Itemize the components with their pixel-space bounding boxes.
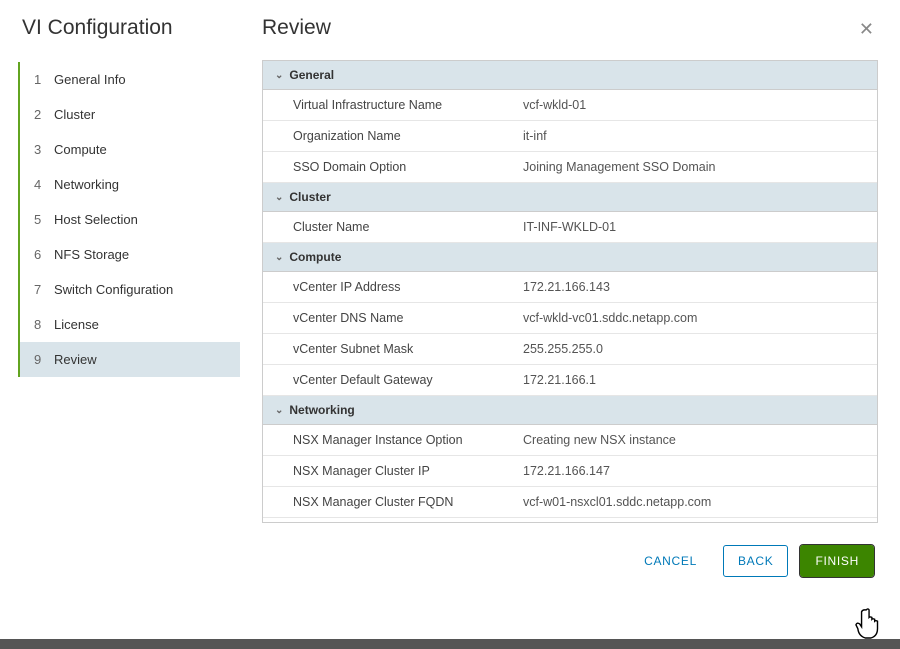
step-label: Compute bbox=[54, 142, 107, 157]
review-row-value: vcf-w01-nsxcl01.sddc.netapp.com bbox=[523, 495, 865, 509]
step-label: Cluster bbox=[54, 107, 95, 122]
review-row-value: 172.21.166.143 bbox=[523, 280, 865, 294]
review-row: Cluster NameIT-INF-WKLD-01 bbox=[263, 212, 877, 243]
step-label: Host Selection bbox=[54, 212, 138, 227]
chevron-down-icon: ⌄ bbox=[275, 70, 283, 81]
wizard-step-compute[interactable]: 3 Compute bbox=[20, 132, 240, 167]
step-label: NFS Storage bbox=[54, 247, 129, 262]
review-table[interactable]: ⌄GeneralVirtual Infrastructure Namevcf-w… bbox=[262, 60, 878, 523]
cancel-button[interactable]: CANCEL bbox=[630, 546, 711, 576]
step-number: 3 bbox=[34, 142, 44, 157]
review-row-label: Cluster Name bbox=[293, 220, 523, 234]
wizard-footer: CANCEL BACK FINISH bbox=[262, 523, 878, 587]
page-title: Review bbox=[262, 16, 331, 40]
review-row-value: Creating new NSX instance bbox=[523, 433, 865, 447]
wizard-step-switch-configuration[interactable]: 7 Switch Configuration bbox=[20, 272, 240, 307]
back-button[interactable]: BACK bbox=[723, 545, 788, 577]
wizard-step-review[interactable]: 9 Review bbox=[20, 342, 240, 377]
review-row: SSO Domain OptionJoining Management SSO … bbox=[263, 152, 877, 183]
step-label: Networking bbox=[54, 177, 119, 192]
step-label: License bbox=[54, 317, 99, 332]
review-row-label: vCenter IP Address bbox=[293, 280, 523, 294]
wizard-title: VI Configuration bbox=[18, 16, 240, 40]
step-number: 9 bbox=[34, 352, 44, 367]
step-number: 5 bbox=[34, 212, 44, 227]
review-row-label: Virtual Infrastructure Name bbox=[293, 98, 523, 112]
review-row: vCenter DNS Namevcf-wkld-vc01.sddc.netap… bbox=[263, 303, 877, 334]
section-title: Compute bbox=[289, 250, 341, 264]
section-header-general[interactable]: ⌄ General bbox=[263, 61, 877, 90]
review-row-label: vCenter Subnet Mask bbox=[293, 342, 523, 356]
finish-button[interactable]: FINISH bbox=[800, 545, 874, 577]
review-row-label: NSX Manager Cluster FQDN bbox=[293, 495, 523, 509]
step-number: 4 bbox=[34, 177, 44, 192]
review-row-label: Organization Name bbox=[293, 129, 523, 143]
step-number: 1 bbox=[34, 72, 44, 87]
review-row: NSX Manager Cluster FQDNvcf-w01-nsxcl01.… bbox=[263, 487, 877, 518]
wizard-steps: 1 General Info 2 Cluster 3 Compute 4 Networking… bbox=[18, 62, 240, 377]
wizard-step-cluster[interactable]: 2 Cluster bbox=[20, 97, 240, 132]
wizard-step-license[interactable]: 8 License bbox=[20, 307, 240, 342]
review-row: NSX Manager Instance OptionCreating new … bbox=[263, 425, 877, 456]
review-row-value: vcf-wkld-vc01.sddc.netapp.com bbox=[523, 311, 865, 325]
review-row-value: IT-INF-WKLD-01 bbox=[523, 220, 865, 234]
chevron-down-icon: ⌄ bbox=[275, 252, 283, 263]
review-row-label: NSX Manager Cluster IP bbox=[293, 464, 523, 478]
review-row: vCenter Default Gateway172.21.166.1 bbox=[263, 365, 877, 396]
wizard-sidebar: VI Configuration 1 General Info 2 Cluster 3C… bbox=[0, 0, 240, 634]
wizard-step-networking[interactable]: 4 Networking bbox=[20, 167, 240, 202]
section-header-compute[interactable]: ⌄ Compute bbox=[263, 243, 877, 272]
step-label: Switch Configuration bbox=[54, 282, 173, 297]
section-header-networking[interactable]: ⌄ Networking bbox=[263, 396, 877, 425]
review-row: vCenter Subnet Mask255.255.255.0 bbox=[263, 334, 877, 365]
review-row-value: it-inf bbox=[523, 129, 865, 143]
review-row-value: Joining Management SSO Domain bbox=[523, 160, 865, 174]
review-row-label: SSO Domain Option bbox=[293, 160, 523, 174]
step-number: 6 bbox=[34, 247, 44, 262]
wizard-step-nfs-storage[interactable]: 6 NFS Storage bbox=[20, 237, 240, 272]
wizard-step-general-info[interactable]: 1 General Info bbox=[20, 62, 240, 97]
step-number: 2 bbox=[34, 107, 44, 122]
review-row-label: vCenter DNS Name bbox=[293, 311, 523, 325]
close-icon[interactable]: ✕ bbox=[855, 16, 878, 42]
step-number: 8 bbox=[34, 317, 44, 332]
review-row-value: vcf-wkld-01 bbox=[523, 98, 865, 112]
review-row: Virtual Infrastructure Namevcf-wkld-01 bbox=[263, 90, 877, 121]
window-bottom-bar bbox=[0, 639, 900, 649]
review-row: NSX Manager Cluster IP172.21.166.147 bbox=[263, 456, 877, 487]
step-number: 7 bbox=[34, 282, 44, 297]
section-title: Networking bbox=[289, 403, 354, 417]
wizard-step-host-selection[interactable]: 5 Host Selection bbox=[20, 202, 240, 237]
main-panel: Review ✕ ⌄ General Virtual Infrastructure … bbox=[240, 0, 900, 634]
step-label: General Info bbox=[54, 72, 126, 87]
section-title: Cluster bbox=[289, 190, 330, 204]
review-row: vCenter IP Address172.21.166.143 bbox=[263, 272, 877, 303]
section-title: General bbox=[289, 68, 334, 82]
review-row-label: vCenter Default Gateway bbox=[293, 373, 523, 387]
review-row: Organization Nameit-inf bbox=[263, 121, 877, 152]
chevron-down-icon: ⌄ bbox=[275, 405, 283, 416]
review-row-label: NSX Manager Instance Option bbox=[293, 433, 523, 447]
chevron-down-icon: ⌄ bbox=[275, 192, 283, 203]
review-row-value: 172.21.166.1 bbox=[523, 373, 865, 387]
step-label: Review bbox=[54, 352, 97, 367]
section-header-cluster[interactable]: ⌄ Cluster bbox=[263, 183, 877, 212]
review-row-value: 255.255.255.0 bbox=[523, 342, 865, 356]
review-row-value: 172.21.166.147 bbox=[523, 464, 865, 478]
